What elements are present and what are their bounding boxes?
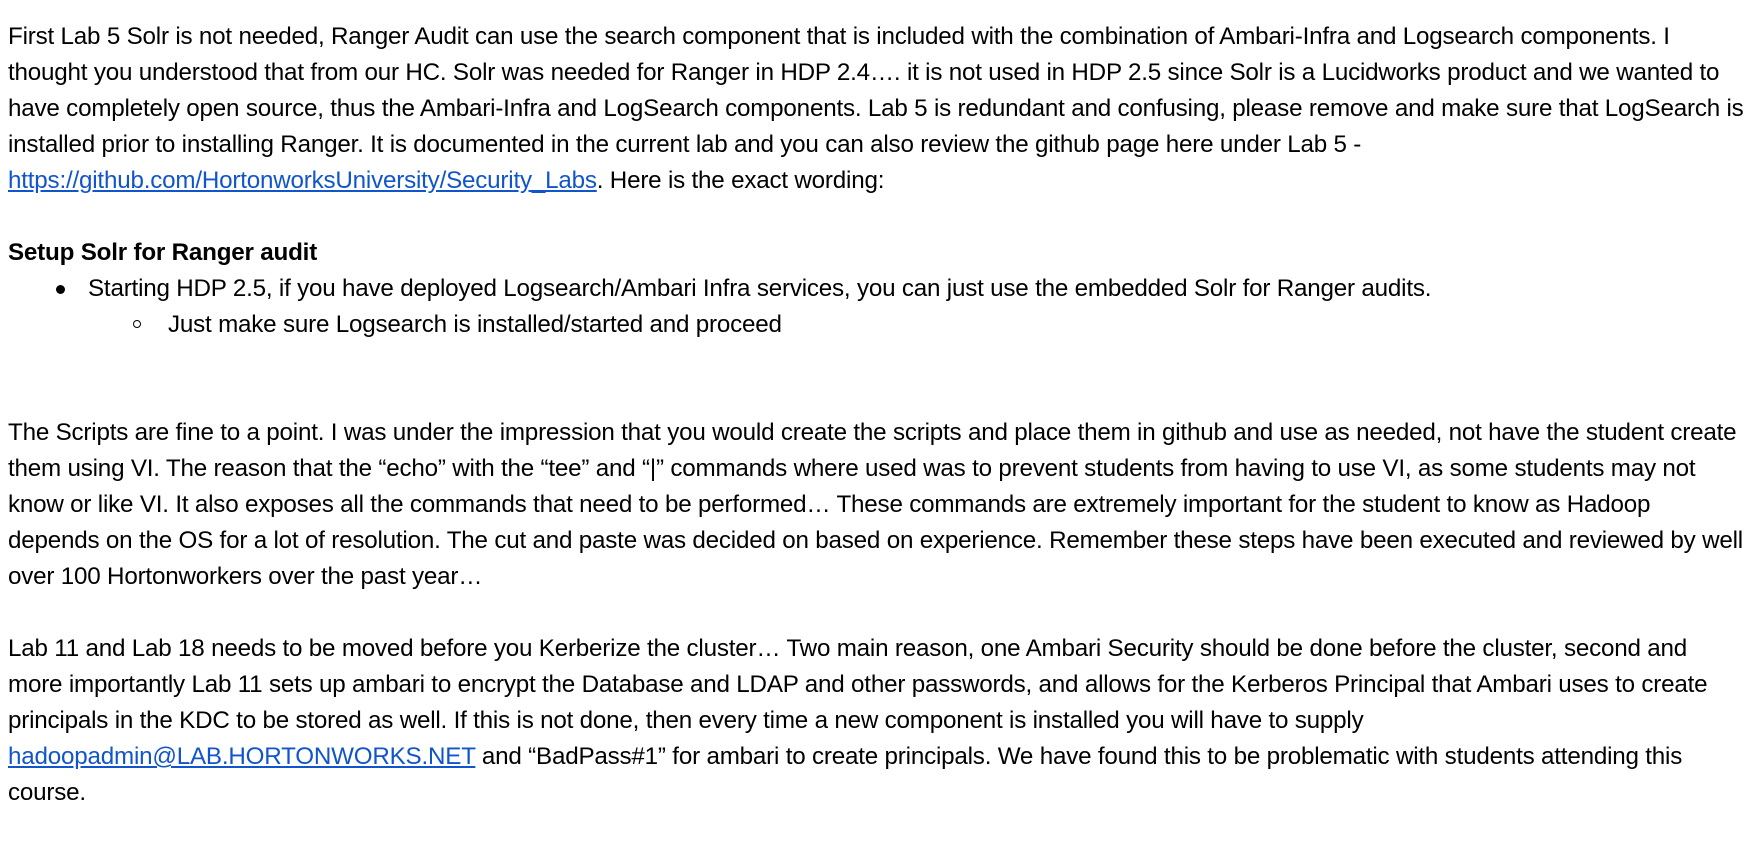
paragraph-scripts: The Scripts are fine to a point. I was u… <box>8 419 1743 590</box>
bullet-text: Starting HDP 2.5, if you have deployed L… <box>88 275 1432 302</box>
hollow-bullet-icon <box>133 320 141 328</box>
paragraph-text: First Lab 5 Solr is not needed, Ranger A… <box>8 23 1744 158</box>
bullet-icon <box>56 285 65 294</box>
sub-bullet-text: Just make sure Logsearch is installed/st… <box>168 311 782 338</box>
paragraph-lab5-solr: First Lab 5 Solr is not needed, Ranger A… <box>8 19 1744 199</box>
list-item: Starting HDP 2.5, if you have deployed L… <box>8 271 1744 307</box>
github-security-labs-link[interactable]: https://github.com/HortonworksUniversity… <box>8 167 597 194</box>
document-body: First Lab 5 Solr is not needed, Ranger A… <box>8 19 1744 811</box>
email-link[interactable]: hadoopadmin@LAB.HORTONWORKS.NET <box>8 743 476 770</box>
paragraph-text: . Here is the exact wording: <box>596 167 885 194</box>
paragraph-text: Lab 11 and Lab 18 needs to be moved befo… <box>8 635 1708 734</box>
paragraph-lab11-lab18: Lab 11 and Lab 18 needs to be moved befo… <box>8 631 1744 811</box>
section-heading: Setup Solr for Ranger audit <box>8 239 318 266</box>
sub-list-item: Just make sure Logsearch is installed/st… <box>8 307 1744 343</box>
